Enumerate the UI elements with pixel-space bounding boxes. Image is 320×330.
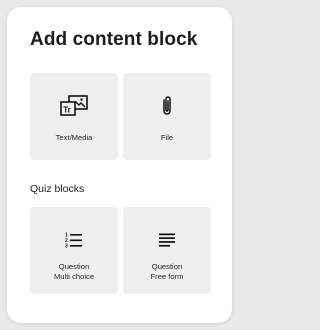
- text-media-label: Text/Media: [55, 133, 93, 142]
- dialog-title: Add content block: [30, 29, 198, 50]
- question-multi-choice-tile[interactable]: 1 2 3 Question Multi choice: [30, 207, 118, 294]
- svg-text:3: 3: [65, 244, 68, 249]
- add-content-block-dialog: Add content block Tr Text/Media File Qui…: [7, 7, 232, 323]
- question-label-line1: Question: [58, 262, 90, 271]
- question-free-form-label: Question Free form: [123, 262, 211, 282]
- quiz-blocks-heading: Quiz blocks: [30, 183, 85, 195]
- numbered-list-icon: 1 2 3: [30, 232, 118, 248]
- question-free-form-tile[interactable]: Question Free form: [123, 207, 211, 294]
- question-multi-choice-label: Question Multi choice: [30, 262, 118, 282]
- question-label-line2: Multi choice: [53, 272, 95, 281]
- text-media-icon: Tr: [30, 95, 118, 117]
- file-label: File: [160, 133, 174, 142]
- question-label-line2: Free form: [150, 272, 184, 281]
- text-media-tile[interactable]: Tr Text/Media: [30, 73, 118, 160]
- paperclip-icon: [123, 94, 211, 118]
- question-label-line1: Question: [151, 262, 183, 271]
- file-tile[interactable]: File: [123, 73, 211, 160]
- text-lines-icon: [123, 233, 211, 247]
- svg-text:Tr: Tr: [63, 106, 71, 115]
